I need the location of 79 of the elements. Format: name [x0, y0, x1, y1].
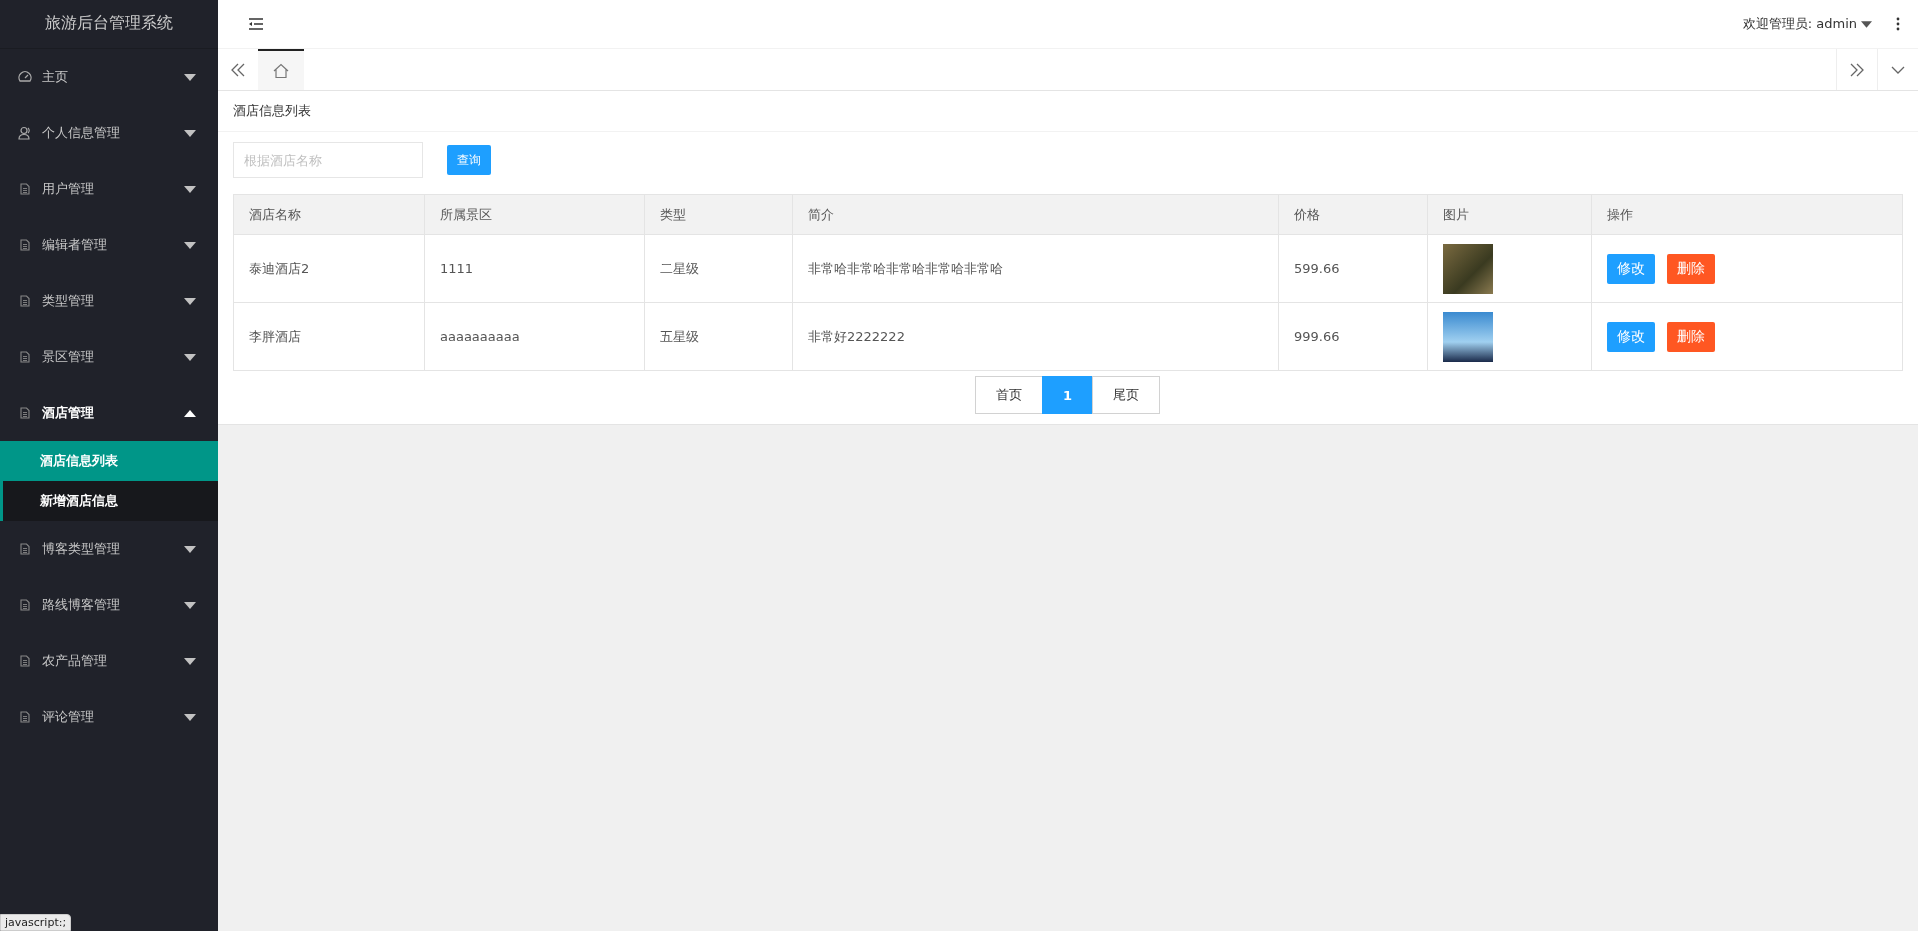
caret-down-icon [184, 297, 196, 305]
photo-placeholder [1443, 311, 1493, 362]
sidebar-item[interactable]: 编辑者管理 [0, 217, 218, 273]
column-header: 酒店名称 [233, 194, 425, 235]
sidebar-item[interactable]: 评论管理 [0, 689, 218, 745]
column-header: 操作 [1591, 194, 1903, 235]
caret-down-icon [184, 241, 196, 249]
table-cell: 五星级 [644, 302, 793, 371]
document-icon [20, 239, 30, 251]
menu-label: 编辑者管理 [42, 236, 108, 254]
sidebar-item[interactable]: 酒店管理 [0, 385, 218, 441]
caret-down-icon [1861, 20, 1872, 28]
document-icon [20, 711, 30, 723]
double-chevron-left-icon [231, 62, 245, 77]
table-cell: aaaaaaaaaa [424, 302, 645, 371]
caret-down-icon [184, 657, 196, 665]
status-tooltip: javascript:; [0, 914, 72, 931]
menu-label: 景区管理 [42, 348, 95, 366]
menu-label: 评论管理 [42, 708, 95, 726]
document-icon [20, 351, 30, 363]
caret-down-icon [184, 129, 196, 137]
table-cell: 泰迪酒店2 [233, 234, 425, 303]
document-icon [20, 599, 30, 611]
table-cell: 999.66 [1278, 302, 1428, 371]
page-title: 酒店信息列表 [218, 91, 1918, 132]
column-header: 类型 [644, 194, 793, 235]
caret-down-icon [184, 601, 196, 609]
table-cell: 李胖酒店 [233, 302, 425, 371]
document-icon [20, 655, 30, 667]
table-cell: 非常哈非常哈非常哈非常哈非常哈 [792, 234, 1279, 303]
column-header: 价格 [1278, 194, 1428, 235]
column-header: 图片 [1427, 194, 1592, 235]
caret-down-icon [184, 713, 196, 721]
sidebar-item[interactable]: 农产品管理 [0, 633, 218, 689]
menu-label: 主页 [42, 68, 69, 86]
page-button[interactable]: 首页 [974, 376, 1043, 414]
caret-up-icon [184, 409, 196, 417]
menu-label: 农产品管理 [42, 652, 108, 670]
menu-label: 路线博客管理 [42, 596, 121, 614]
table-cell: 599.66 [1278, 234, 1428, 303]
menu-label: 博客类型管理 [42, 540, 121, 558]
admin-menu[interactable]: 欢迎管理员: admin [1742, 15, 1857, 33]
search-field[interactable]: 根据酒店名称 [233, 142, 423, 178]
sidebar-item[interactable]: 个人信息管理 [0, 105, 218, 161]
document-icon [20, 183, 30, 195]
table-cell: 二星级 [644, 234, 793, 303]
gauge-icon [18, 70, 32, 84]
menu-label: 酒店管理 [42, 404, 95, 422]
document-icon [20, 543, 30, 555]
column-header: 所属景区 [424, 194, 645, 235]
photo-placeholder [1443, 243, 1493, 294]
caret-down-icon [184, 545, 196, 553]
sidebar-item[interactable]: 博客类型管理 [0, 521, 218, 577]
caret-down-icon [184, 353, 196, 361]
document-icon [20, 295, 30, 307]
sidebar-item[interactable]: 用户管理 [0, 161, 218, 217]
table-cell: 1111 [424, 234, 645, 303]
home-icon [273, 62, 289, 79]
menu-label: 类型管理 [42, 292, 95, 310]
column-header: 简介 [792, 194, 1279, 235]
submenu-item[interactable]: 新增酒店信息 [0, 481, 218, 521]
caret-down-icon [184, 73, 196, 81]
sidebar-item[interactable]: 主页 [0, 49, 218, 105]
sidebar-item[interactable]: 类型管理 [0, 273, 218, 329]
chevron-down-icon [1891, 65, 1905, 74]
sidebar-item[interactable]: 路线博客管理 [0, 577, 218, 633]
sidebar-item[interactable]: 景区管理 [0, 329, 218, 385]
home-tab[interactable] [258, 49, 304, 90]
menu-label: 个人信息管理 [42, 124, 121, 142]
caret-down-icon [184, 185, 196, 193]
double-chevron-right-icon [1850, 62, 1864, 77]
page-button[interactable]: 尾页 [1092, 376, 1160, 414]
user-icon [18, 126, 32, 140]
submenu-item[interactable]: 酒店信息列表 [0, 441, 218, 481]
table-cell: 非常好2222222 [792, 302, 1279, 371]
menu-label: 用户管理 [42, 180, 95, 198]
more-icon[interactable] [1896, 17, 1900, 31]
menu-fold-icon[interactable] [248, 18, 264, 30]
document-icon [20, 407, 30, 419]
